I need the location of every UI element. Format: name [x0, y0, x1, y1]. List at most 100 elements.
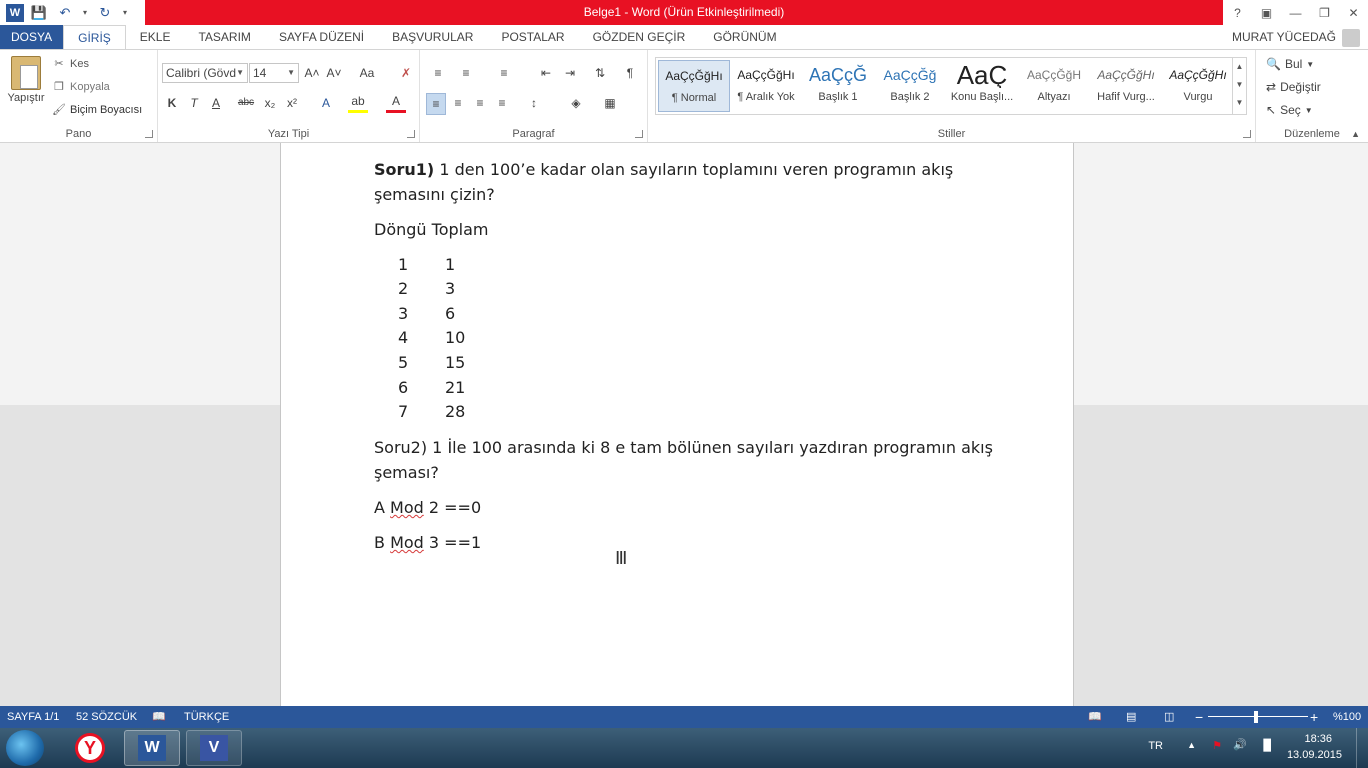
restore-icon[interactable]: ❐ — [1310, 0, 1339, 25]
style-subtle-emphasis[interactable]: AaÇçĞğHı Hafif Vurg... — [1090, 60, 1162, 112]
text-effects-button[interactable]: A — [316, 93, 336, 113]
align-center-icon[interactable]: ≡ — [448, 93, 468, 113]
windows-start-icon[interactable] — [6, 730, 44, 766]
tab-view[interactable]: GÖRÜNÜM — [699, 25, 790, 49]
undo-icon[interactable]: ↶ — [54, 3, 76, 23]
strikethrough-button[interactable]: abc — [234, 93, 258, 113]
yandex-browser-icon[interactable]: Y — [62, 730, 118, 766]
highlight-button[interactable]: ab — [348, 93, 368, 113]
shading-icon[interactable]: ◈ — [566, 93, 586, 113]
align-right-icon[interactable]: ≡ — [470, 93, 490, 113]
select-button[interactable]: ↖ Seç ▼ — [1266, 103, 1313, 117]
word-taskbar-icon[interactable]: W — [124, 730, 180, 766]
save-icon[interactable]: 💾 — [28, 3, 50, 23]
italic-button[interactable]: T — [184, 93, 204, 113]
tab-review[interactable]: GÖZDEN GEÇİR — [579, 25, 700, 49]
print-layout-icon[interactable]: ▤ — [1126, 706, 1136, 728]
borders-icon[interactable]: ▦ — [600, 93, 620, 113]
clock-date[interactable]: 13.09.2015 — [1287, 749, 1342, 761]
undo-dropdown-icon[interactable]: ▾ — [80, 3, 90, 23]
tray-expand-icon[interactable]: ▲ — [1187, 740, 1196, 750]
style-heading-1[interactable]: AaÇçĞ Başlık 1 — [802, 60, 874, 112]
multilevel-list-icon[interactable]: ≡ — [494, 63, 514, 83]
proofing-icon[interactable]: 📖 — [152, 706, 166, 728]
minimize-icon[interactable]: — — [1281, 0, 1310, 25]
justify-icon[interactable]: ≡ — [492, 93, 512, 113]
word-icon[interactable]: W — [6, 3, 24, 22]
numbering-icon[interactable]: ≡ — [456, 63, 476, 83]
bullets-icon[interactable]: ≡ — [428, 63, 448, 83]
align-left-icon[interactable]: ≡ — [426, 93, 446, 115]
page-count[interactable]: SAYFA 1/1 — [7, 706, 59, 728]
document-page[interactable]: Soru1) 1 den 100’e kadar olan sayıların … — [280, 143, 1074, 706]
underline-button[interactable]: A — [206, 93, 226, 113]
language[interactable]: TÜRKÇE — [184, 706, 229, 728]
chevron-up-icon[interactable]: ▲ — [1233, 58, 1246, 76]
styles-launcher-icon[interactable] — [1243, 130, 1251, 138]
paragraph-launcher-icon[interactable] — [635, 130, 643, 138]
redo-icon[interactable]: ↻ — [94, 3, 116, 23]
zoom-slider[interactable] — [1208, 716, 1308, 717]
paste-button[interactable]: Yapıştır — [4, 56, 48, 104]
change-case-button[interactable]: Aa — [354, 63, 380, 83]
clipboard-launcher-icon[interactable] — [145, 130, 153, 138]
style-heading-2[interactable]: AaÇçĞğ Başlık 2 — [874, 60, 946, 112]
clear-formatting-icon[interactable]: ✗ — [396, 63, 416, 83]
help-button[interactable]: ? — [1223, 0, 1252, 25]
styles-scrollbar[interactable]: ▲ ▼ ▼ — [1232, 58, 1246, 114]
flag-icon[interactable]: ⚑ — [1212, 739, 1222, 752]
zoom-slider-thumb[interactable] — [1254, 711, 1258, 723]
network-icon[interactable]: ▉ — [1264, 739, 1272, 752]
zoom-level[interactable]: %100 — [1333, 706, 1361, 728]
sort-icon[interactable]: ⇅ — [590, 63, 610, 83]
tab-mailings[interactable]: POSTALAR — [487, 25, 578, 49]
subscript-button[interactable]: x₂ — [260, 93, 280, 113]
tab-home[interactable]: GİRİŞ — [63, 25, 126, 49]
word-count[interactable]: 52 SÖZCÜK — [76, 706, 137, 728]
style-title[interactable]: AaÇ Konu Başlı... — [946, 60, 1018, 112]
format-painter-button[interactable]: 🖌 Biçim Boyacısı — [52, 103, 142, 117]
ribbon-display-icon[interactable]: ▣ — [1252, 0, 1281, 25]
avatar[interactable] — [1342, 29, 1360, 47]
decrease-indent-icon[interactable]: ⇤ — [536, 63, 556, 83]
cut-button[interactable]: ✂ Kes — [52, 57, 89, 71]
tab-file[interactable]: DOSYA — [0, 25, 64, 49]
font-size-combo[interactable]: 14 ▼ — [249, 63, 299, 83]
style-normal[interactable]: AaÇçĞğHı ¶ Normal — [658, 60, 730, 112]
collapse-ribbon-icon[interactable]: ▲ — [1351, 129, 1360, 139]
more-styles-icon[interactable]: ▼ — [1233, 94, 1246, 112]
font-launcher-icon[interactable] — [407, 130, 415, 138]
input-language[interactable]: TR — [1148, 740, 1163, 752]
font-color-button[interactable]: A — [386, 93, 406, 113]
shrink-font-button[interactable]: A˅ — [324, 63, 344, 83]
clock-time[interactable]: 18:36 — [1304, 733, 1332, 745]
customize-qat-icon[interactable]: ▾ — [120, 3, 130, 23]
style-no-spacing[interactable]: AaÇçĞğHı ¶ Aralık Yok — [730, 60, 802, 112]
tab-page-layout[interactable]: SAYFA DÜZENİ — [265, 25, 378, 49]
show-desktop-button[interactable] — [1356, 728, 1368, 768]
web-layout-icon[interactable]: ◫ — [1164, 706, 1174, 728]
copy-button[interactable]: ❐ Kopyala — [52, 80, 110, 94]
close-icon[interactable]: ✕ — [1339, 0, 1368, 25]
zoom-in-icon[interactable]: + — [1310, 706, 1318, 728]
volume-icon[interactable]: 🔊 — [1233, 738, 1247, 751]
increase-indent-icon[interactable]: ⇥ — [560, 63, 580, 83]
superscript-button[interactable]: x² — [282, 93, 302, 113]
line-spacing-icon[interactable]: ↕ — [524, 93, 544, 113]
grow-font-button[interactable]: A˄ — [302, 63, 322, 83]
replace-button[interactable]: ⇄ Değiştir — [1266, 80, 1321, 94]
user-name[interactable]: MURAT YÜCEDAĞ — [1232, 25, 1336, 49]
chevron-down-icon[interactable]: ▼ — [1233, 76, 1246, 94]
tab-design[interactable]: TASARIM — [184, 25, 264, 49]
tab-references[interactable]: BAŞVURULAR — [378, 25, 487, 49]
find-button[interactable]: 🔍 Bul ▼ — [1266, 57, 1314, 71]
tab-insert[interactable]: EKLE — [126, 25, 185, 49]
style-emphasis[interactable]: AaÇçĞğHı Vurgu — [1162, 60, 1234, 112]
read-mode-icon[interactable]: 📖 — [1088, 706, 1102, 728]
show-marks-button[interactable]: ¶ — [620, 63, 640, 83]
visio-taskbar-icon[interactable]: V — [186, 730, 242, 766]
font-name-combo[interactable]: Calibri (Gövd ▼ — [162, 63, 248, 83]
style-subtitle[interactable]: AaÇçĞğH Altyazı — [1018, 60, 1090, 112]
bold-button[interactable]: K — [162, 93, 182, 113]
zoom-out-icon[interactable]: − — [1195, 706, 1203, 728]
